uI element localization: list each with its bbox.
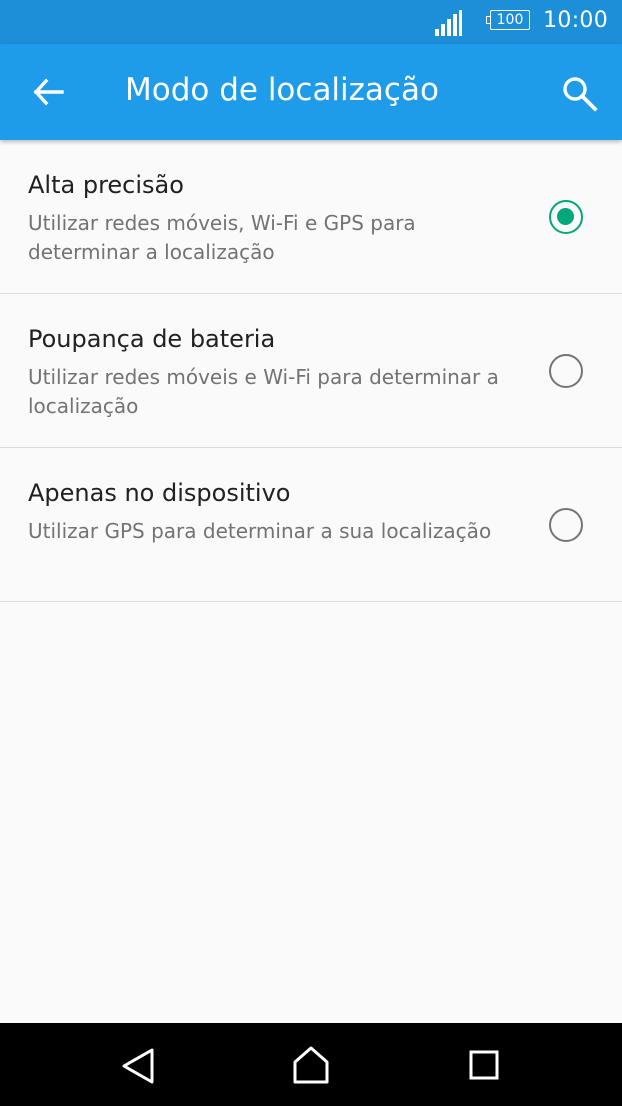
option-title: Poupança de bateria xyxy=(28,325,276,353)
arrow-left-icon[interactable] xyxy=(30,76,66,108)
nav-home-icon[interactable] xyxy=(292,1045,330,1085)
nav-recent-apps-icon[interactable] xyxy=(469,1050,499,1080)
radio-button-selected[interactable] xyxy=(549,200,583,234)
option-device-only[interactable]: Apenas no dispositivo Utilizar GPS para … xyxy=(0,448,622,602)
navigation-bar xyxy=(0,1023,622,1106)
search-icon[interactable] xyxy=(560,74,600,114)
option-title: Apenas no dispositivo xyxy=(28,479,291,507)
status-time: 10:00 xyxy=(543,8,608,33)
radio-button[interactable] xyxy=(549,508,583,542)
nav-back-icon[interactable] xyxy=(120,1047,156,1085)
option-high-accuracy[interactable]: Alta precisão Utilizar redes móveis, Wi-… xyxy=(0,140,622,294)
option-battery-saving[interactable]: Poupança de bateria Utilizar redes móvei… xyxy=(0,294,622,448)
status-bar: 100 10:00 xyxy=(0,0,622,44)
option-description: Utilizar GPS para determinar a sua local… xyxy=(28,519,492,543)
page-title: Modo de localização xyxy=(125,72,439,108)
option-description: Utilizar redes móveis, Wi-Fi e GPS para … xyxy=(28,211,416,264)
radio-selected-dot xyxy=(557,208,574,225)
battery-icon: 100 xyxy=(486,10,532,32)
option-description: Utilizar redes móveis e Wi-Fi para deter… xyxy=(28,365,499,418)
radio-button[interactable] xyxy=(549,354,583,388)
option-title: Alta precisão xyxy=(28,171,184,199)
signal-icon xyxy=(435,10,462,36)
app-bar: Modo de localização xyxy=(0,44,622,140)
battery-level: 100 xyxy=(496,12,524,28)
location-mode-list: Alta precisão Utilizar redes móveis, Wi-… xyxy=(0,140,622,602)
